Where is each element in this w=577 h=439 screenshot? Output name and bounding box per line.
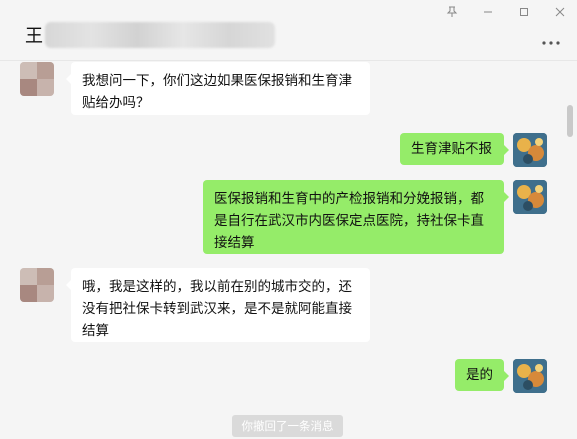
message-bubble[interactable]: 是的 xyxy=(455,359,509,391)
close-icon[interactable] xyxy=(551,4,569,20)
message-text-line: 没有把社保卡转到武汉来，是不是就阿能直接 xyxy=(82,301,352,317)
maximize-icon[interactable] xyxy=(515,4,533,20)
window-controls xyxy=(443,4,569,20)
user-avatar[interactable] xyxy=(513,133,547,167)
message-bubble[interactable]: 生育津贴不报 xyxy=(400,133,509,165)
message-text-line: 哦，我是这样的，我以前在别的城市交的，还 xyxy=(82,279,352,295)
message-text-line: 贴给办吗？ xyxy=(82,95,150,111)
user-avatar[interactable] xyxy=(513,180,547,214)
scrollbar-thumb[interactable] xyxy=(567,105,573,137)
message-text-line: 接结算 xyxy=(214,235,255,251)
message-bubble[interactable]: 我想问一下，你们这边如果医保报销和生育津 贴给办吗？ xyxy=(66,62,370,115)
user-avatar[interactable] xyxy=(513,359,547,393)
message-text-line: 我想问一下，你们这边如果医保报销和生育津 xyxy=(82,73,352,89)
message-text-line: 生育津贴不报 xyxy=(411,141,492,157)
message-bubble[interactable]: 医保报销和生育中的产检报销和分娩报销，都 是自行在武汉市内医保定点医院，持社保卡… xyxy=(203,180,509,254)
message-text-line: 结算 xyxy=(82,323,109,339)
message-text-line: 是的 xyxy=(466,367,493,383)
recall-notice: 你撤回了一条消息 xyxy=(232,415,343,437)
contact-avatar[interactable] xyxy=(20,268,54,302)
contact-avatar[interactable] xyxy=(20,62,54,96)
message-text-line: 医保报销和生育中的产检报销和分娩报销，都 xyxy=(214,191,484,207)
blurred-contact-name xyxy=(45,22,275,48)
message-bubble[interactable]: 哦，我是这样的，我以前在别的城市交的，还 没有把社保卡转到武汉来，是不是就阿能直… xyxy=(66,268,370,342)
pin-icon[interactable] xyxy=(443,4,461,20)
chat-header: 王 xyxy=(0,0,577,61)
more-horizontal-icon[interactable] xyxy=(539,36,563,50)
minimize-icon[interactable] xyxy=(479,4,497,20)
chat-title: 王 xyxy=(25,26,43,47)
message-text-line: 是自行在武汉市内医保定点医院，持社保卡直 xyxy=(214,213,484,229)
